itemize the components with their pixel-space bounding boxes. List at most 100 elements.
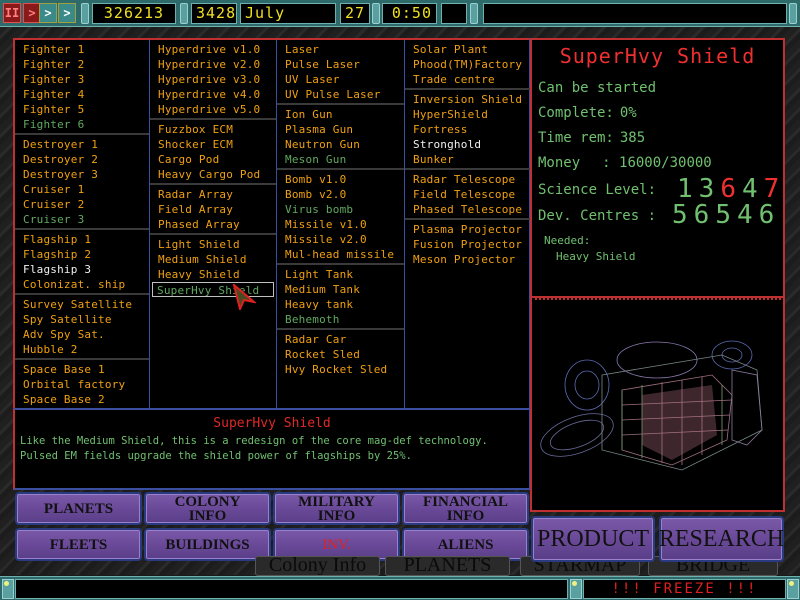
research-button[interactable]: RESEARCH — [659, 516, 784, 562]
tech-item[interactable]: Rocket Sled — [277, 347, 404, 362]
tech-item[interactable]: Medium Shield — [150, 252, 276, 267]
tech-item[interactable]: Stronghold — [405, 137, 530, 152]
tech-item[interactable]: UV Pulse Laser — [277, 87, 404, 102]
tech-model-view — [530, 298, 785, 512]
tech-item[interactable]: Hyperdrive v1.0 — [150, 42, 276, 57]
tech-item[interactable]: Medium Tank — [277, 282, 404, 297]
fleets-button[interactable]: FLEETS — [15, 528, 142, 561]
tech-item[interactable]: Shocker ECM — [150, 137, 276, 152]
tech-item[interactable]: Inversion Shield — [405, 92, 530, 107]
tech-item[interactable]: Fighter 4 — [15, 87, 149, 102]
tech-item[interactable]: Bunker — [405, 152, 530, 167]
tech-item[interactable]: Heavy tank — [277, 297, 404, 312]
tech-item[interactable]: Field Telescope — [405, 187, 530, 202]
tech-item[interactable]: Missile v2.0 — [277, 232, 404, 247]
tech-item[interactable]: Cruiser 1 — [15, 182, 149, 197]
tech-item[interactable]: Spy Satellite — [15, 312, 149, 327]
tech-item[interactable]: Phood(TM)Factory — [405, 57, 530, 72]
tech-item[interactable]: Light Shield — [150, 237, 276, 252]
tech-item[interactable]: Hyperdrive v4.0 — [150, 87, 276, 102]
tech-item[interactable]: Heavy Cargo Pod — [150, 167, 276, 182]
military-info-button[interactable]: MILITARY INFO — [273, 492, 400, 525]
under-tab-colony-info[interactable]: Colony Info — [255, 556, 380, 576]
tech-item[interactable]: Meson Gun — [277, 152, 404, 167]
divider-knob — [789, 3, 797, 24]
tech-item[interactable]: Adv Spy Sat. — [15, 327, 149, 342]
tech-item[interactable]: Fighter 3 — [15, 72, 149, 87]
tech-item[interactable]: Mul-head missile — [277, 247, 404, 262]
pause-button[interactable]: II — [3, 3, 21, 23]
financial-info-button[interactable]: FINANCIAL INFO — [402, 492, 529, 525]
tech-item[interactable]: Orbital factory — [15, 377, 149, 392]
tech-item[interactable]: Destroyer 2 — [15, 152, 149, 167]
tech-item[interactable]: Laser — [277, 42, 404, 57]
tech-item[interactable]: Field Array — [150, 202, 276, 217]
tech-item[interactable]: Hyperdrive v3.0 — [150, 72, 276, 87]
tech-item[interactable]: Flagship 3 — [15, 262, 149, 277]
tech-item[interactable]: Meson Projector — [405, 252, 530, 267]
tech-item[interactable]: Fighter 5 — [15, 102, 149, 117]
tech-item[interactable]: Fuzzbox ECM — [150, 122, 276, 137]
time-display: 0:50 — [382, 3, 437, 24]
description-panel: SuperHvy Shield Like the Medium Shield, … — [13, 408, 530, 490]
time-remaining-row: Time rem: 385 — [538, 130, 645, 146]
tech-item[interactable]: Hubble 2 — [15, 342, 149, 357]
day-display: 27 — [340, 3, 370, 24]
tech-item[interactable]: Space Base 2 — [15, 392, 149, 407]
tech-item[interactable]: Virus bomb — [277, 202, 404, 217]
tech-item[interactable]: Cruiser 3 — [15, 212, 149, 227]
tech-item[interactable]: Destroyer 3 — [15, 167, 149, 182]
tech-item[interactable]: Fighter 6 — [15, 117, 149, 132]
tech-item[interactable]: Bomb v2.0 — [277, 187, 404, 202]
tech-item[interactable]: Phased Telescope — [405, 202, 530, 217]
tech-item[interactable]: Bomb v1.0 — [277, 172, 404, 187]
colony-info-button[interactable]: COLONY INFO — [144, 492, 271, 525]
tech-column-buildings: Solar Plant Phood(TM)Factory Trade centre I… — [405, 40, 530, 408]
tech-item[interactable]: Hyperdrive v5.0 — [150, 102, 276, 117]
divider-knob — [470, 3, 478, 24]
tech-item[interactable]: Light Tank — [277, 267, 404, 282]
faster-forward-button[interactable]: > — [58, 3, 76, 23]
tech-item[interactable]: Trade centre — [405, 72, 530, 87]
tech-item[interactable]: Flagship 2 — [15, 247, 149, 262]
complete-label: Complete: — [538, 105, 614, 121]
tech-item[interactable]: Destroyer 1 — [15, 137, 149, 152]
divider-knob — [180, 3, 188, 24]
fast-forward-button[interactable]: > — [39, 3, 57, 23]
aliens-button-label: ALIENS — [437, 536, 494, 553]
tech-item[interactable]: Flagship 1 — [15, 232, 149, 247]
tech-item[interactable]: Cargo Pod — [150, 152, 276, 167]
tech-item[interactable]: Neutron Gun — [277, 137, 404, 152]
requirement-digit: 6 — [758, 200, 781, 230]
tech-item[interactable]: Pulse Laser — [277, 57, 404, 72]
tech-item[interactable]: Hvy Rocket Sled — [277, 362, 404, 377]
tech-item[interactable]: Fighter 1 — [15, 42, 149, 57]
tech-item[interactable]: Fusion Projector — [405, 237, 530, 252]
tech-item[interactable]: Plasma Gun — [277, 122, 404, 137]
tech-item[interactable]: Behemoth — [277, 312, 404, 327]
under-tab-planets[interactable]: PLANETS — [385, 556, 510, 576]
tech-item[interactable]: UV Laser — [277, 72, 404, 87]
product-button[interactable]: PRODUCT — [531, 516, 655, 562]
tech-item[interactable]: Solar Plant — [405, 42, 530, 57]
tech-item[interactable]: Colonizat. ship — [15, 277, 149, 292]
tech-item[interactable]: Radar Array — [150, 187, 276, 202]
tech-item[interactable]: Heavy Shield — [150, 267, 276, 282]
military-info-button-label: MILITARY INFO — [298, 493, 375, 524]
tech-item[interactable]: Survey Satellite — [15, 297, 149, 312]
tech-item[interactable]: Cruiser 2 — [15, 197, 149, 212]
tech-item[interactable]: Ion Gun — [277, 107, 404, 122]
tech-item[interactable]: Radar Car — [277, 332, 404, 347]
buildings-button[interactable]: BUILDINGS — [144, 528, 271, 561]
tech-item[interactable]: Phased Array — [150, 217, 276, 232]
tech-group: Flagship 1 Flagship 2 Flagship 3 Colonizat.… — [15, 230, 149, 295]
tech-item[interactable]: Space Base 1 — [15, 362, 149, 377]
tech-item[interactable]: Fortress — [405, 122, 530, 137]
tech-item[interactable]: HyperShield — [405, 107, 530, 122]
tech-item[interactable]: Hyperdrive v2.0 — [150, 57, 276, 72]
tech-item[interactable]: Missile v1.0 — [277, 217, 404, 232]
tech-item[interactable]: Fighter 2 — [15, 57, 149, 72]
tech-item[interactable]: Plasma Projector — [405, 222, 530, 237]
tech-item[interactable]: Radar Telescope — [405, 172, 530, 187]
planets-button[interactable]: PLANETS — [15, 492, 142, 525]
